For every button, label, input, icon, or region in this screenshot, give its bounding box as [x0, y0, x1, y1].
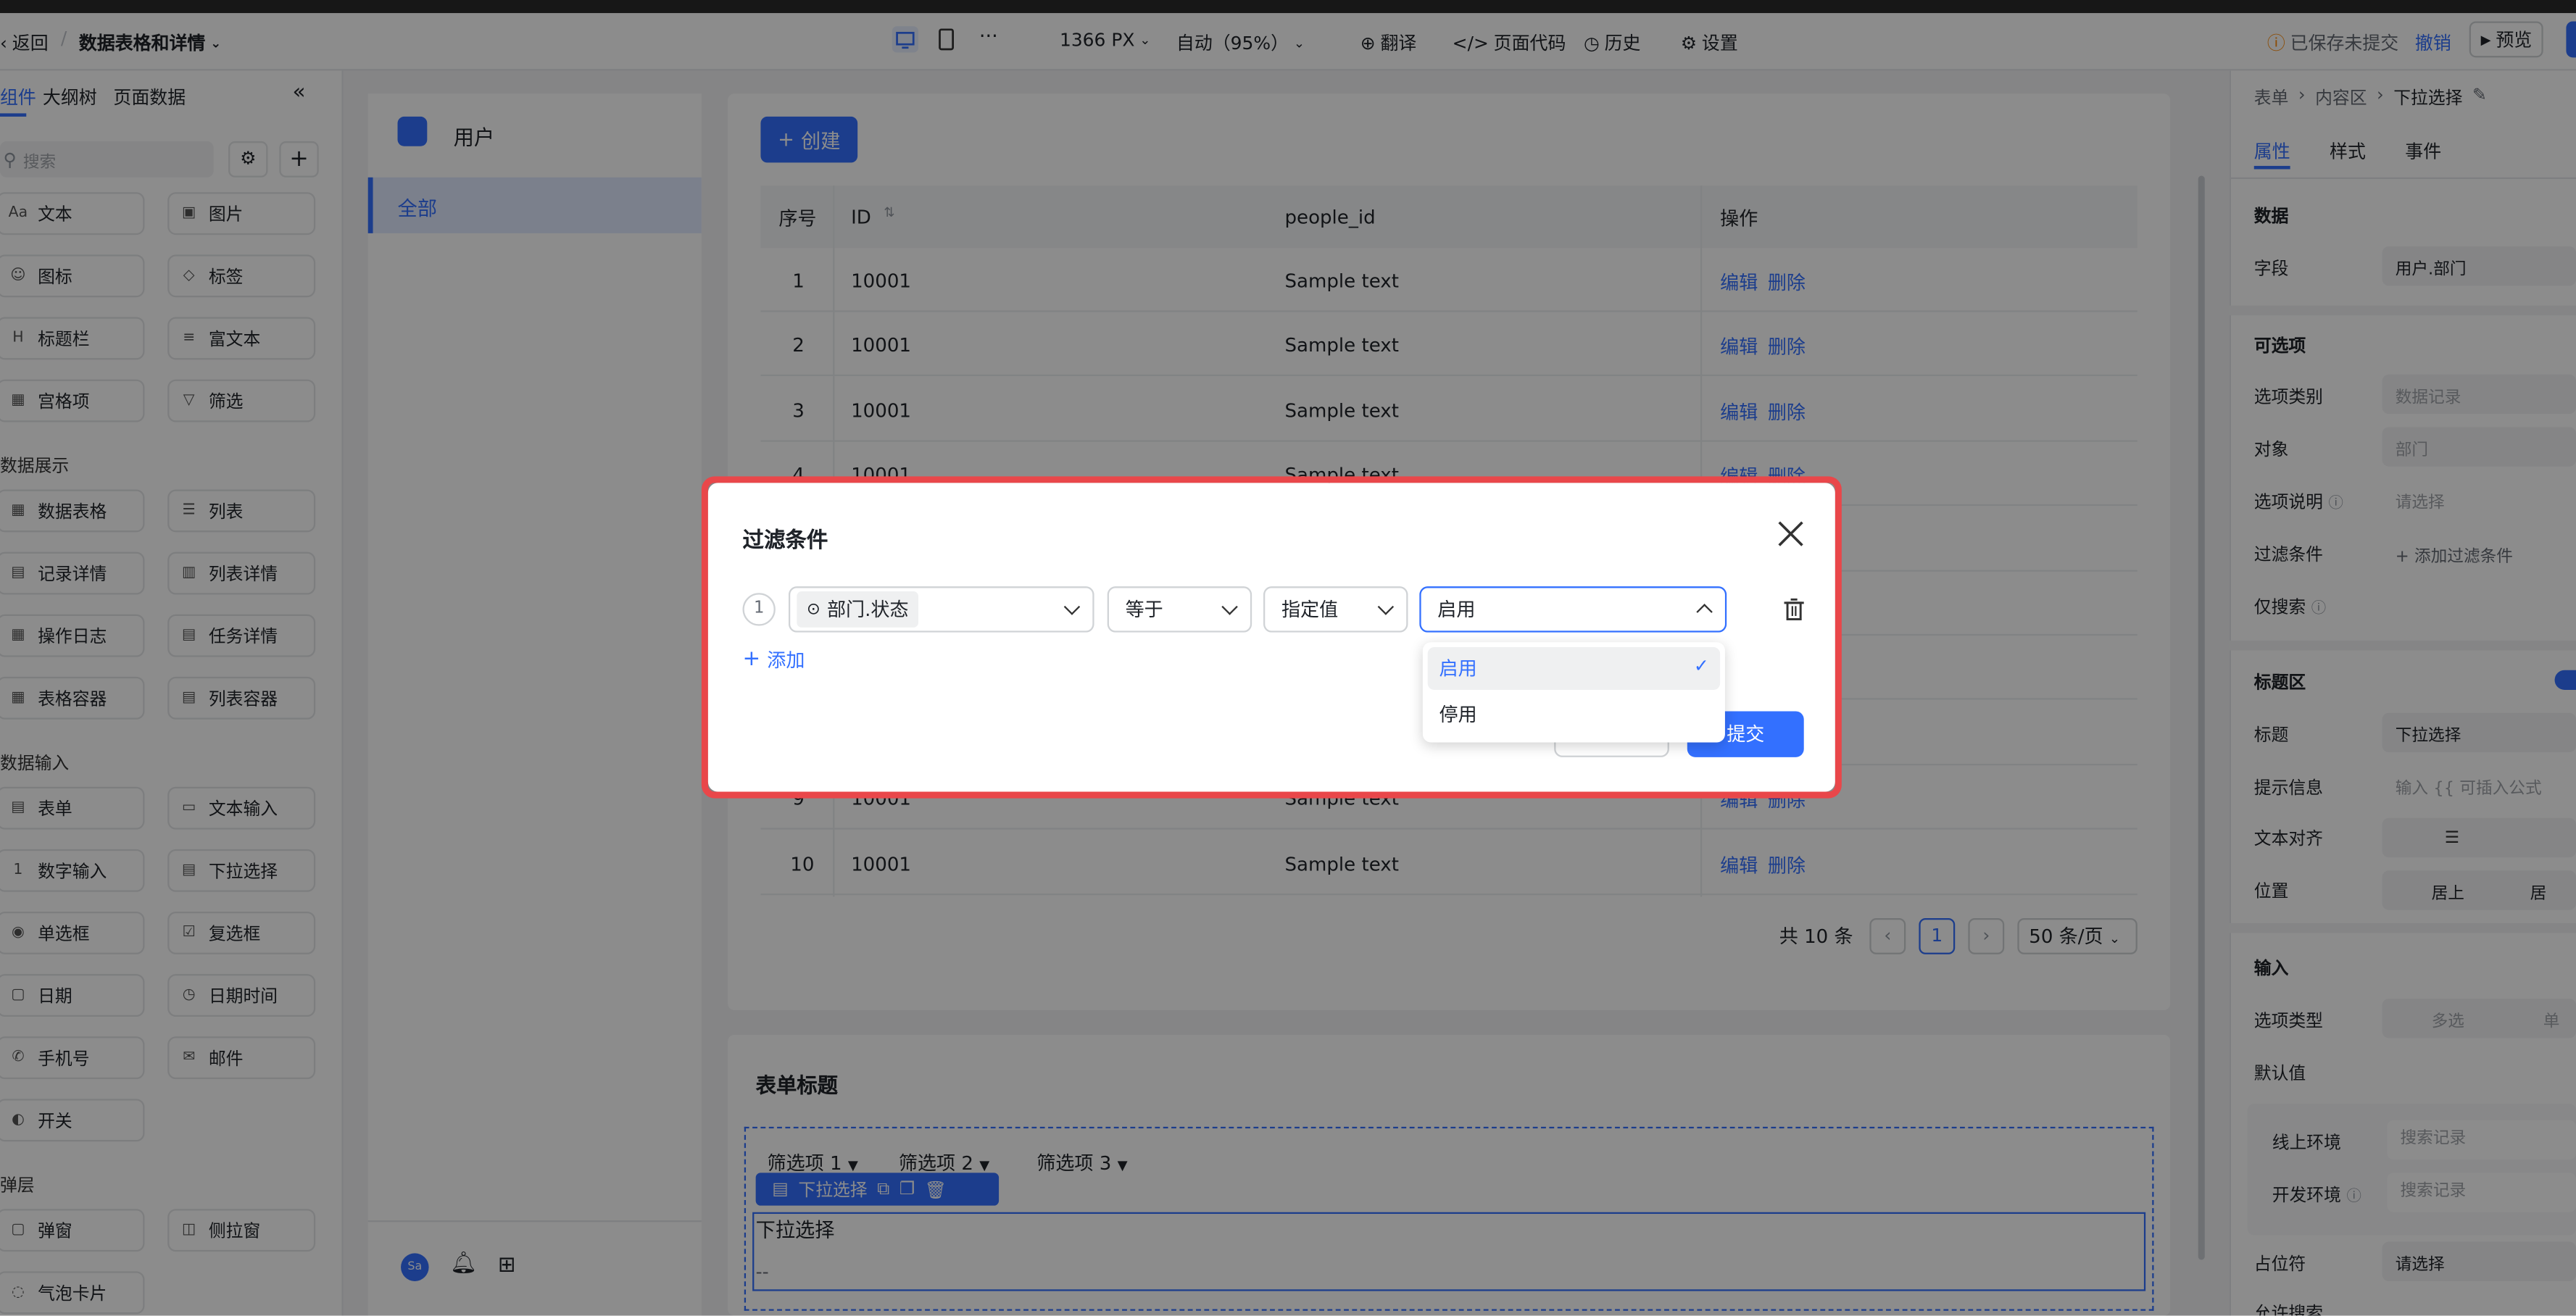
field-select[interactable]: ⊙ 部门.状态	[788, 586, 1094, 633]
check-icon: ✓	[1693, 655, 1709, 677]
chevron-up-icon	[1696, 604, 1713, 620]
value-type-select[interactable]: 指定值	[1263, 586, 1408, 633]
option-disabled[interactable]: 停用	[1439, 701, 1477, 728]
field-tag: ⊙ 部门.状态	[797, 591, 919, 628]
trash-icon[interactable]	[1782, 596, 1806, 628]
chevron-down-icon	[1221, 599, 1238, 615]
condition-index: 1	[742, 593, 776, 626]
plus-icon: +	[742, 647, 761, 672]
add-condition-button[interactable]: + 添加	[743, 647, 805, 673]
modal-title: 过滤条件	[742, 528, 828, 554]
close-icon[interactable]	[1776, 519, 1806, 549]
check-circle-icon: ⊙	[806, 600, 820, 619]
chevron-down-icon	[1063, 599, 1081, 615]
option-enabled-label: 启用	[1439, 657, 1477, 680]
filter-modal: 过滤条件 1 ⊙部门.状态 等于 指定值 启用 +添加 取消 提交	[707, 483, 1835, 792]
operator-select[interactable]: 等于	[1107, 586, 1252, 633]
chevron-down-icon	[1377, 599, 1395, 615]
value-dropdown: 启用 ✓ 停用	[1422, 642, 1725, 743]
value-select[interactable]: 启用	[1419, 586, 1727, 633]
